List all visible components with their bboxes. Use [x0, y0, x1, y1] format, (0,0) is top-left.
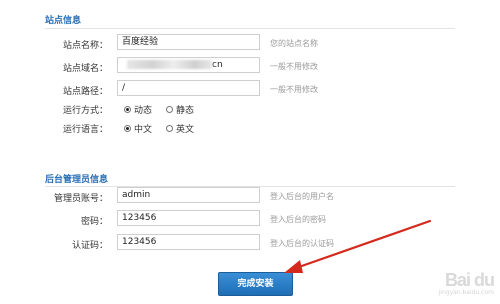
admin-account-hint: 登入后台的用户名 — [270, 192, 334, 201]
radio-checked-icon — [124, 106, 131, 113]
site-path-hint: 一般不用修改 — [270, 85, 318, 94]
watermark-url: jingyan.baidu.com — [438, 289, 494, 296]
site-path-value: / — [122, 83, 126, 93]
run-mode-radio-group: 动态 静态 — [124, 103, 208, 116]
password-label: 密码： — [80, 217, 108, 227]
site-domain-input[interactable]: cn — [117, 57, 260, 73]
admin-account-value: admin — [122, 190, 151, 200]
site-name-hint: 您的站点名称 — [270, 39, 318, 48]
language-label: 运行语言： — [62, 125, 108, 135]
site-path-input[interactable]: / — [117, 80, 260, 96]
run-mode-dynamic-label: 动态 — [134, 106, 153, 116]
auth-code-hint: 登入后台的认证码 — [270, 239, 334, 248]
radio-checked-icon — [124, 125, 131, 132]
site-domain-label: 站点域名： — [62, 64, 108, 74]
radio-unchecked-icon — [166, 125, 174, 132]
site-name-input[interactable]: 百度经验 — [117, 34, 260, 50]
password-value: 123456 — [122, 213, 157, 223]
auth-code-value: 123456 — [122, 237, 157, 247]
watermark-logo: Bai du — [444, 270, 495, 290]
language-chinese-radio[interactable]: 中文 — [124, 122, 152, 135]
site-domain-hint: 一般不用修改 — [270, 62, 318, 71]
admin-info-title: 后台管理员信息 — [45, 175, 109, 185]
run-mode-dynamic-radio[interactable]: 动态 — [124, 103, 152, 116]
install-page: 站点信息 站点名称： 百度经验 您的站点名称 站点域名： cn 一般不用修改 站… — [0, 0, 500, 304]
run-mode-label: 运行方式： — [62, 106, 108, 116]
language-english-radio[interactable]: 英文 — [166, 122, 194, 135]
admin-account-input[interactable]: admin — [117, 187, 260, 203]
site-info-divider — [45, 28, 455, 29]
site-path-label: 站点路径： — [62, 87, 108, 97]
blurred-domain-redaction — [127, 60, 212, 69]
site-name-label: 站点名称： — [62, 41, 108, 51]
password-input[interactable]: 123456 — [117, 210, 260, 226]
auth-code-input[interactable]: 123456 — [117, 234, 260, 250]
language-english-label: 英文 — [176, 125, 195, 135]
baidu-watermark: Bai du jingyan.baidu.com — [438, 270, 495, 296]
site-domain-value: cn — [212, 60, 223, 70]
language-radio-group: 中文 英文 — [124, 122, 208, 135]
auth-code-label: 认证码： — [71, 241, 108, 251]
complete-install-button[interactable]: 完成安装 — [218, 272, 293, 296]
admin-account-label: 管理员账号： — [53, 194, 108, 204]
password-hint: 登入后台的密码 — [270, 215, 326, 224]
language-chinese-label: 中文 — [134, 125, 153, 135]
site-name-value: 百度经验 — [122, 37, 159, 47]
run-mode-static-label: 静态 — [176, 106, 195, 116]
site-info-title: 站点信息 — [45, 16, 82, 26]
radio-unchecked-icon — [166, 106, 174, 113]
run-mode-static-radio[interactable]: 静态 — [166, 103, 194, 116]
